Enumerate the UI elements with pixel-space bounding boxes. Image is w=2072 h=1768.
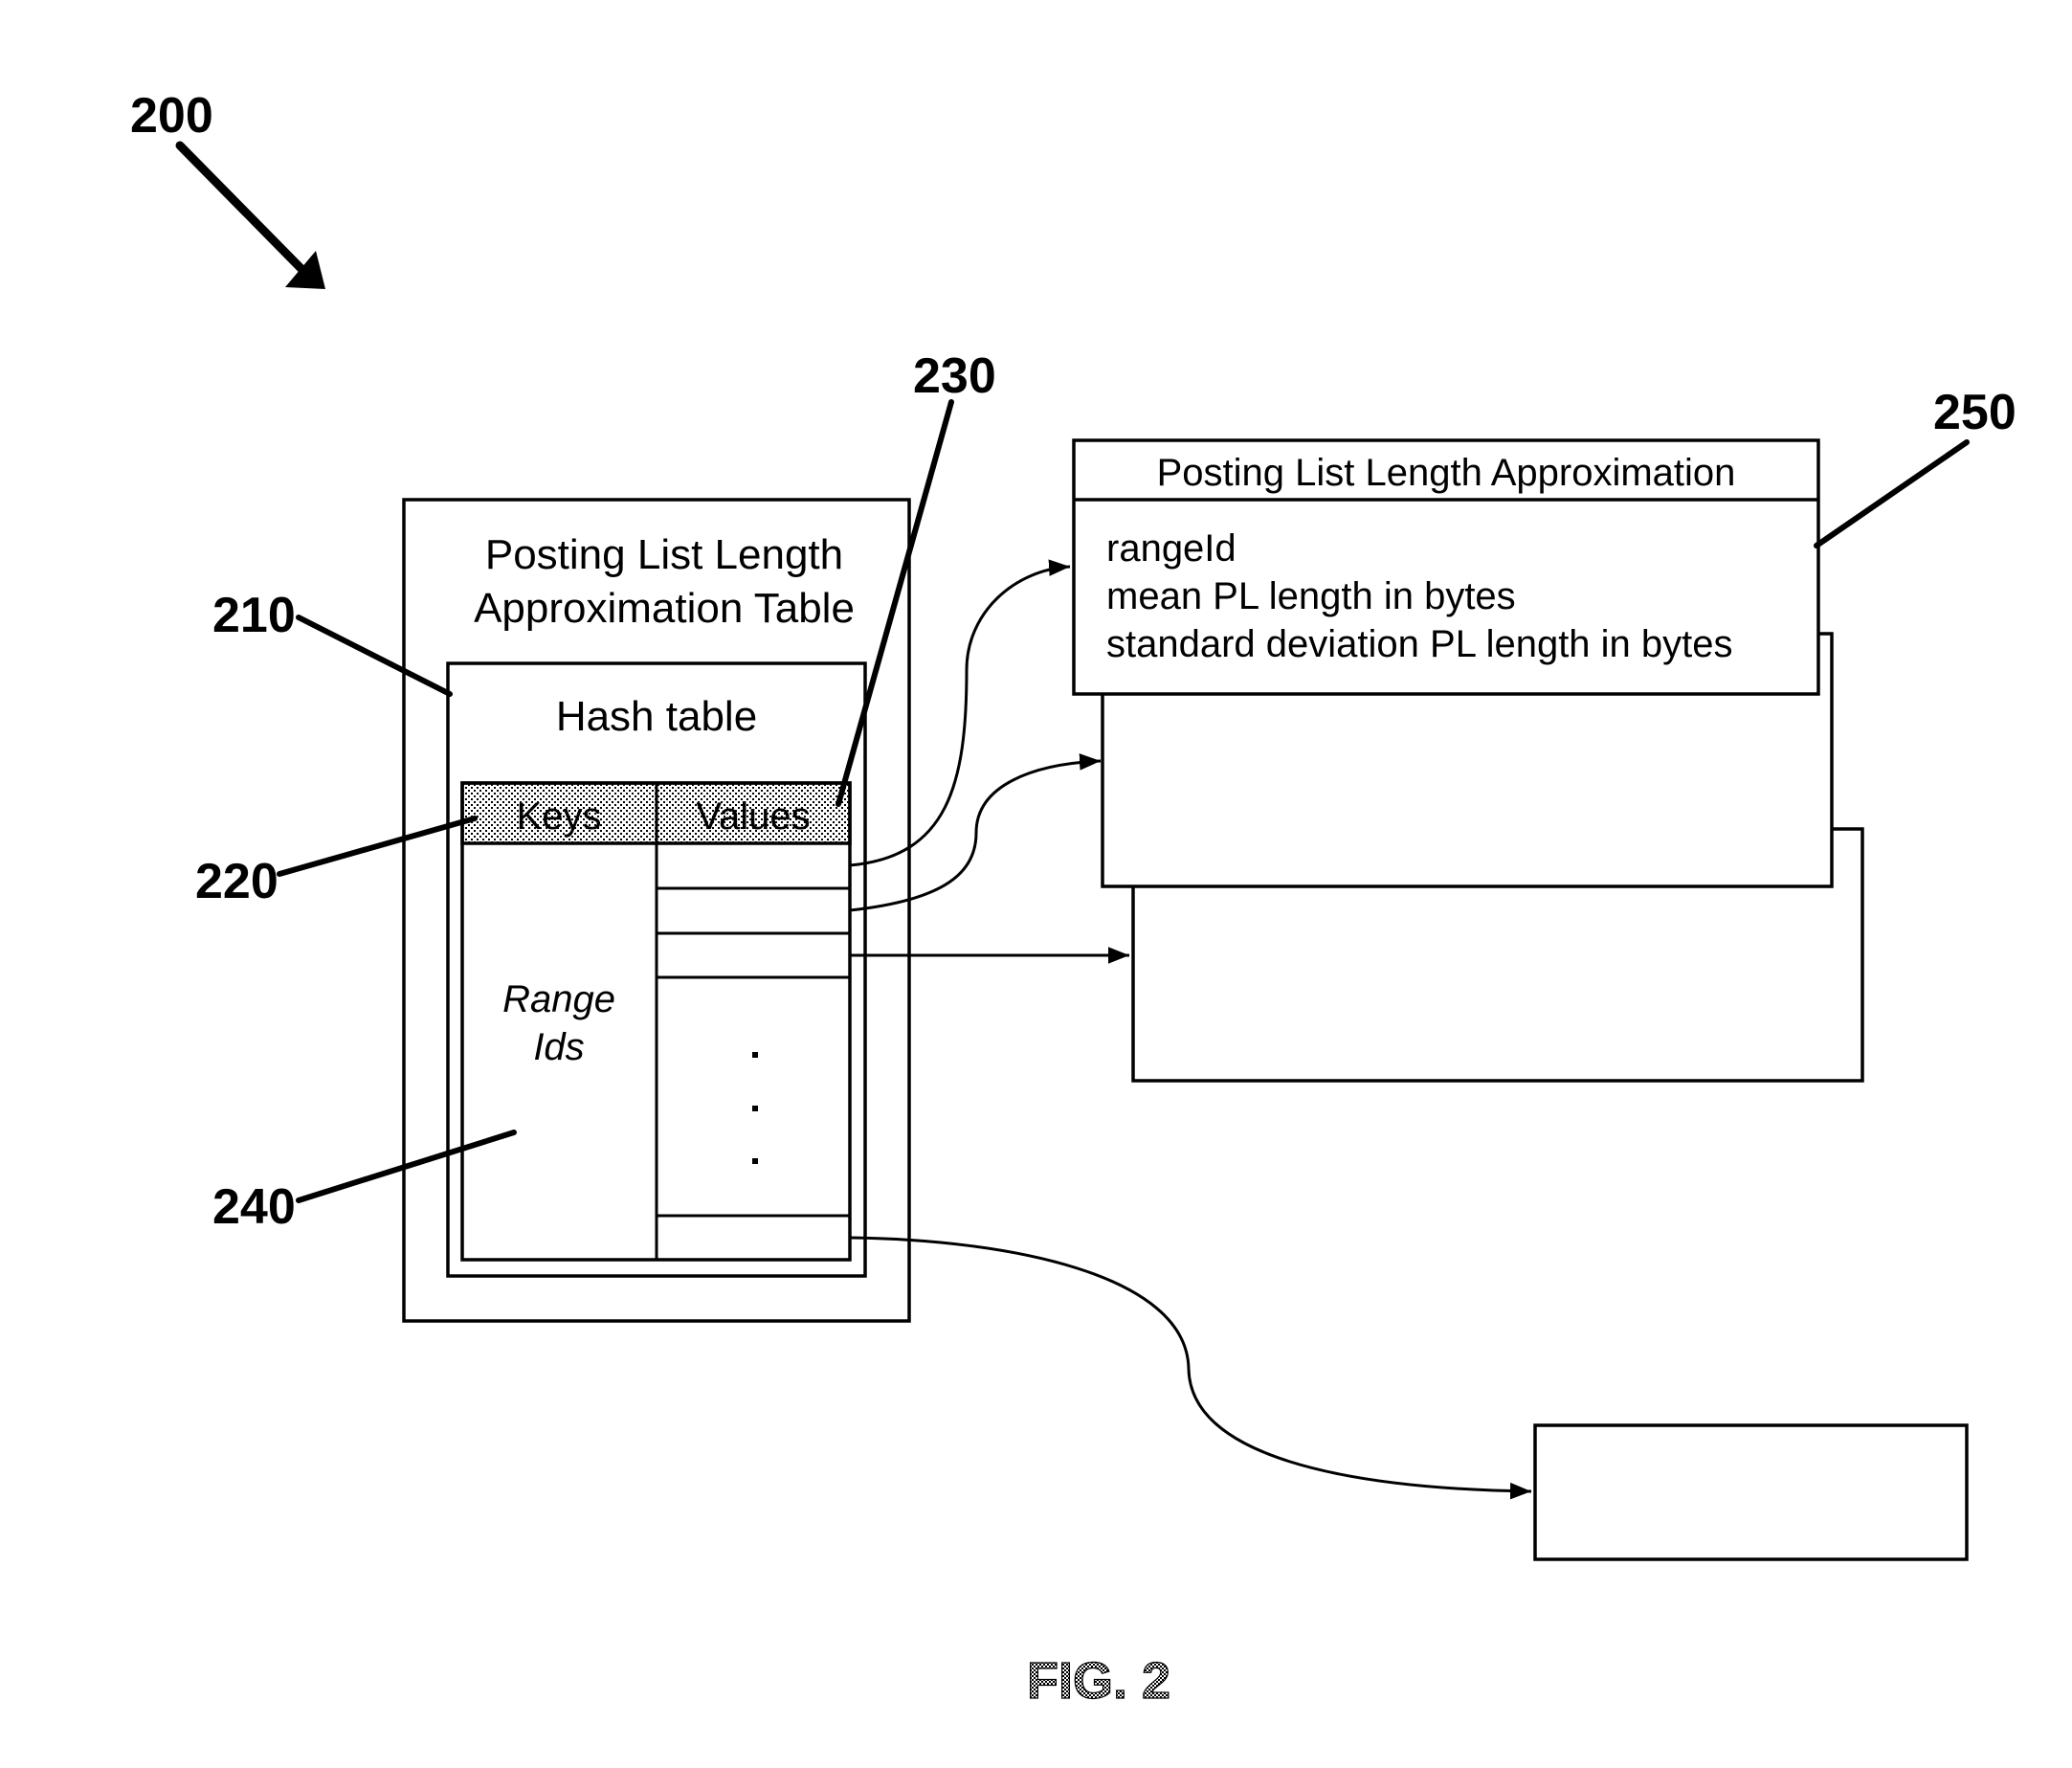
leader-line-250 <box>1814 439 1970 548</box>
column-header-keys: Keys <box>517 795 602 838</box>
record-field-mean-length: mean PL length in bytes <box>1106 575 1516 617</box>
record-field-range-id: rangeId <box>1106 527 1237 570</box>
ellipsis-dot <box>752 1106 758 1111</box>
reference-250: 250 <box>1814 385 2016 548</box>
figure-caption: FIG. 2 <box>1027 1652 1170 1710</box>
approximation-table-title-line2: Approximation Table <box>474 585 855 632</box>
record-title: Posting List Length Approximation <box>1157 452 1736 494</box>
reference-number-230: 230 <box>913 348 996 404</box>
reference-number-250: 250 <box>1933 385 2016 440</box>
figure-canvas: 200 Posting List Length Approximation Ta… <box>130 88 2016 1711</box>
column-header-values: Values <box>696 795 810 838</box>
record-box-last <box>1533 1423 1969 1561</box>
ellipsis-dot <box>752 1052 758 1058</box>
hash-table: Hash table Keys Values Range Ids <box>446 661 867 1278</box>
hash-table-title: Hash table <box>556 693 757 740</box>
reference-number-210: 210 <box>212 588 296 643</box>
keys-label-line1: Range <box>502 978 615 1020</box>
ellipsis-dot <box>752 1158 758 1164</box>
reference-number-200: 200 <box>130 88 213 144</box>
reference-number-240: 240 <box>212 1179 296 1235</box>
reference-number-220: 220 <box>195 854 278 909</box>
record-stack: Posting List Length Approximation rangeI… <box>1072 438 1864 1083</box>
connector-last-slot-to-last-record <box>849 1236 1532 1500</box>
keys-label-line2: Ids <box>533 1026 584 1068</box>
reference-200: 200 <box>130 88 325 289</box>
overall-arrow-shaft <box>175 141 309 277</box>
record-field-std-dev-length: standard deviation PL length in bytes <box>1106 623 1733 665</box>
approximation-table-title-line1: Posting List Length <box>485 531 843 578</box>
